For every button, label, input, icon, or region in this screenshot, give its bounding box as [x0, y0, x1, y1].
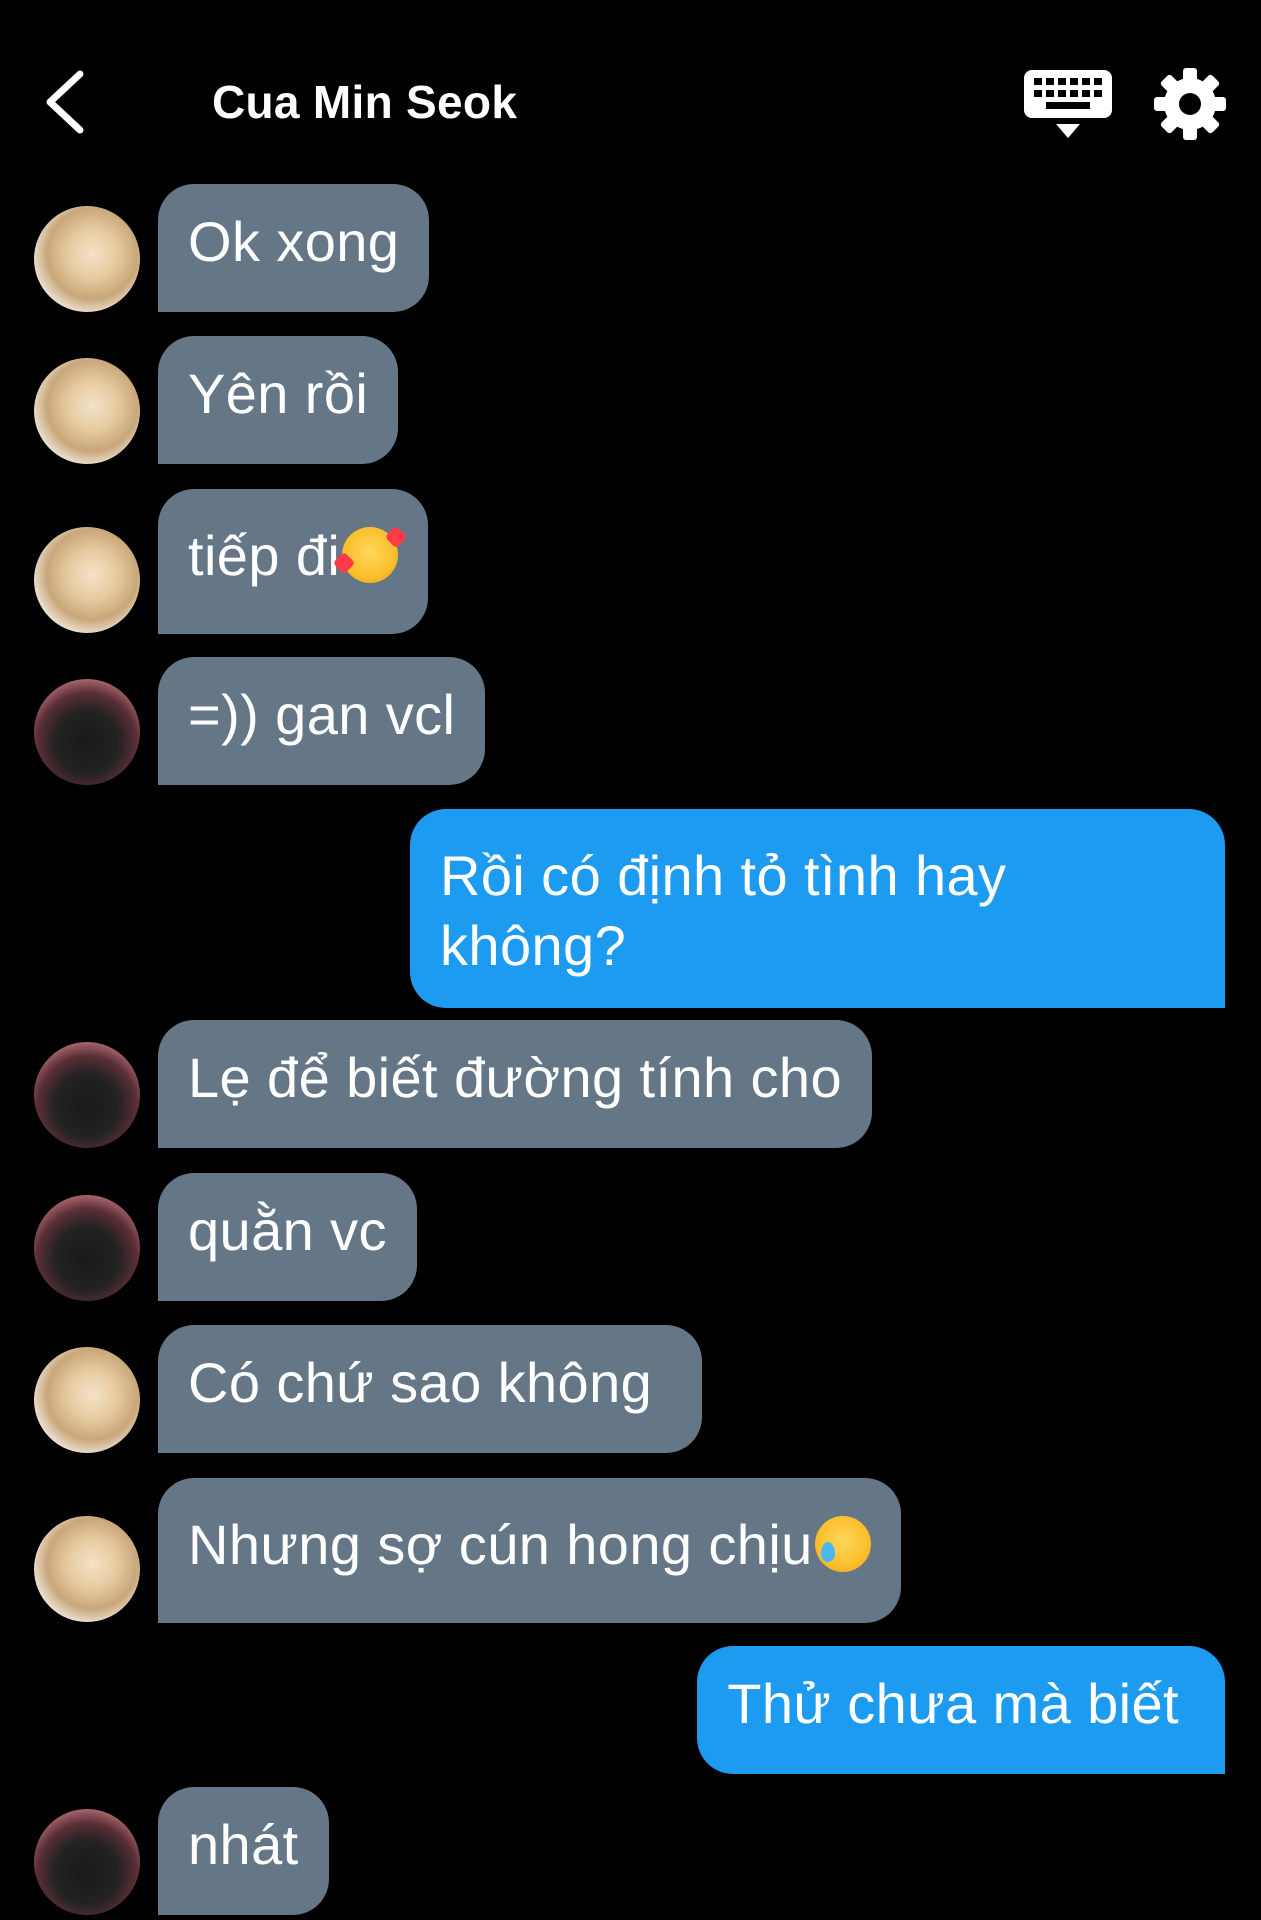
- dog-avatar[interactable]: [34, 206, 140, 312]
- message-row: Thử chưa mà biết: [0, 1646, 1261, 1776]
- message-text: Ok xong: [188, 210, 400, 273]
- back-button[interactable]: [36, 62, 96, 142]
- dog-avatar[interactable]: [34, 1347, 140, 1453]
- message-row: =)) gan vcl: [0, 657, 1261, 787]
- chevron-left-icon: [46, 70, 84, 134]
- incoming-message[interactable]: =)) gan vcl: [158, 657, 486, 785]
- dog-avatar[interactable]: [34, 1516, 140, 1622]
- incoming-message[interactable]: tiếp đi: [158, 489, 429, 634]
- message-row: Có chứ sao không: [0, 1325, 1261, 1455]
- settings-button[interactable]: [1152, 66, 1228, 142]
- incoming-message[interactable]: quằn vc: [158, 1173, 417, 1301]
- gear-icon: [1154, 68, 1226, 140]
- face-holding-back-tears-icon: [814, 1516, 871, 1572]
- message-text: nhát: [188, 1813, 299, 1876]
- incoming-message[interactable]: Yên rồi: [158, 336, 399, 464]
- message-text: =)) gan vcl: [188, 683, 456, 746]
- smiling-face-with-hearts-icon: [342, 527, 399, 583]
- incoming-message[interactable]: Ok xong: [158, 184, 430, 312]
- message-text: Lẹ để biết đường tính cho: [188, 1046, 842, 1109]
- message-text: quằn vc: [188, 1199, 387, 1262]
- dog-avatar[interactable]: [34, 527, 140, 633]
- dog-avatar[interactable]: [34, 358, 140, 464]
- message-row: Ok xong: [0, 184, 1261, 314]
- keyboard-icon: [1024, 70, 1112, 138]
- message-row: Lẹ để biết đường tính cho: [0, 1020, 1261, 1150]
- message-row: tiếp đi: [0, 489, 1261, 634]
- message-text: Rồi có định tỏ tình hay không?: [440, 844, 1007, 977]
- outgoing-message[interactable]: Thử chưa mà biết: [697, 1646, 1225, 1774]
- chat-title: Cua Min Seok: [212, 76, 518, 128]
- message-row: Yên rồi: [0, 336, 1261, 466]
- message-text: Có chứ sao không: [188, 1351, 653, 1414]
- incoming-message[interactable]: nhát: [158, 1787, 329, 1915]
- boy-avatar[interactable]: [34, 679, 140, 785]
- boy-avatar[interactable]: [34, 1195, 140, 1301]
- incoming-message[interactable]: Lẹ để biết đường tính cho: [158, 1020, 872, 1148]
- boy-avatar[interactable]: [34, 1809, 140, 1915]
- chat-header: Cua Min Seok: [0, 0, 1261, 180]
- message-row: Nhưng sợ cún hong chịu: [0, 1478, 1261, 1623]
- incoming-message[interactable]: Nhưng sợ cún hong chịu: [158, 1478, 901, 1623]
- message-row: Rồi có định tỏ tình hay không?: [0, 809, 1261, 1009]
- message-text: tiếp đi: [188, 524, 341, 587]
- message-row: quằn vc: [0, 1173, 1261, 1303]
- outgoing-message[interactable]: Rồi có định tỏ tình hay không?: [410, 809, 1225, 1008]
- keyboard-button[interactable]: [1016, 66, 1120, 142]
- boy-avatar[interactable]: [34, 1042, 140, 1148]
- message-text: Thử chưa mà biết: [727, 1672, 1179, 1735]
- message-row: nhát: [0, 1787, 1261, 1920]
- message-text: Nhưng sợ cún hong chịu: [188, 1513, 813, 1576]
- message-text: Yên rồi: [188, 362, 369, 425]
- incoming-message[interactable]: Có chứ sao không: [158, 1325, 703, 1453]
